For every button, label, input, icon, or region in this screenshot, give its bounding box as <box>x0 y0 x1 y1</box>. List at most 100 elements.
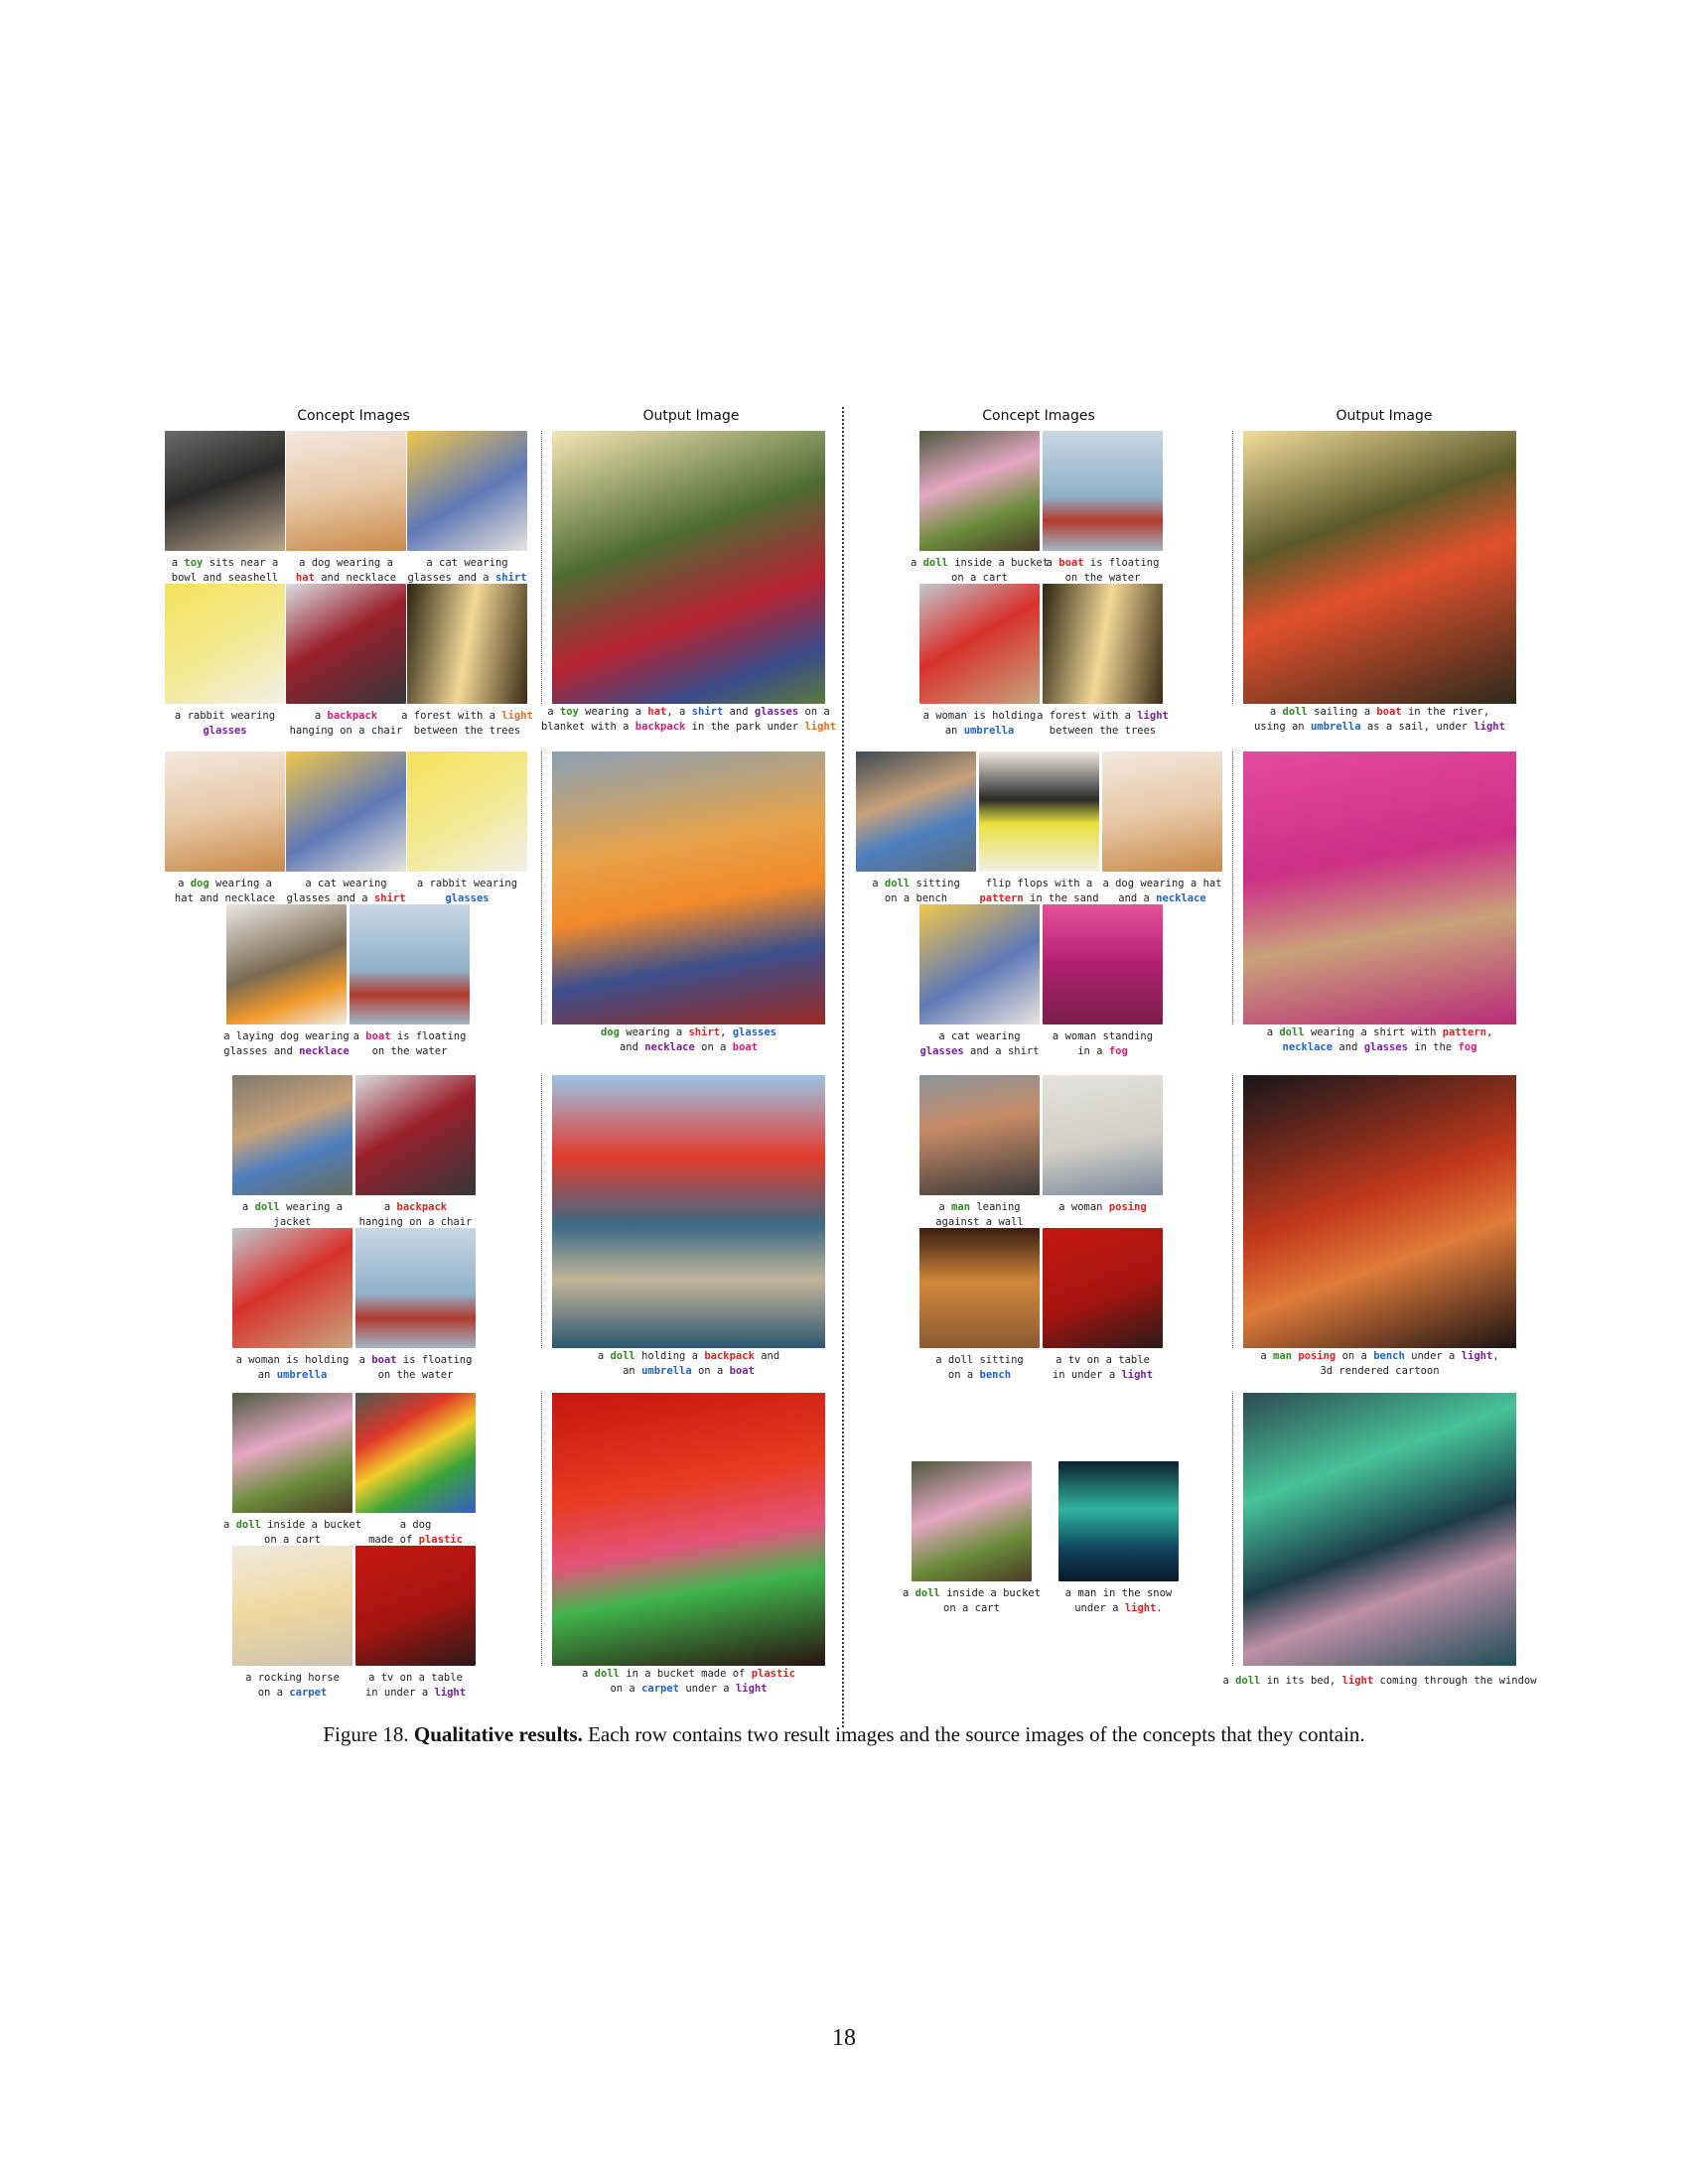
caption-keyword: bench <box>1373 1350 1405 1362</box>
caption-text: a cat wearing <box>938 1030 1021 1042</box>
caption-keyword: boat <box>729 1364 755 1377</box>
concept-image-aurora <box>1058 1461 1179 1581</box>
concept-caption: a doll inside a bucket on a cart <box>902 1586 1042 1615</box>
caption-text: a doll sitting <box>935 1354 1024 1366</box>
caption-text: and a <box>1118 891 1157 904</box>
caption-text: a rabbit wearing <box>416 878 518 889</box>
caption-keyword: pattern <box>979 891 1024 904</box>
caption-keyword: doll <box>1282 706 1308 718</box>
output-image-sheep-in-plastic-bucket <box>552 1393 825 1666</box>
right-output-image-header: Output Image <box>1336 408 1433 424</box>
concept-caption: a doll wearing a jacket <box>222 1200 362 1229</box>
center-divider <box>842 407 844 1727</box>
caption-keyword: man <box>1273 1350 1292 1362</box>
panel-divider <box>1232 431 1233 704</box>
caption-text: wearing a <box>619 1026 689 1038</box>
output-caption: a doll in its bed, light coming through … <box>1203 1674 1556 1689</box>
figure-caption: Figure 18. Qualitative results. Each row… <box>0 1722 1688 1747</box>
caption-keyword: hat <box>647 706 667 718</box>
caption-text: jacket <box>273 1215 312 1228</box>
concept-image-tv-light <box>1043 1228 1163 1348</box>
caption-keyword: doll <box>594 1668 620 1680</box>
right-concept-images-header: Concept Images <box>982 408 1095 424</box>
caption-text: in the park under <box>685 720 805 733</box>
caption-text: under a <box>1404 1350 1462 1362</box>
caption-keyword: doll <box>914 1587 940 1599</box>
caption-text: a woman is holding <box>922 710 1037 722</box>
caption-text: , <box>1485 1026 1493 1038</box>
panel-divider <box>541 431 542 704</box>
output-caption: a doll holding a backpack and an umbrella… <box>512 1349 865 1378</box>
caption-text: a woman <box>1058 1201 1109 1213</box>
caption-text: wearing a <box>209 878 272 889</box>
caption-keyword: pattern <box>1442 1026 1486 1038</box>
concept-image-boat <box>355 1228 476 1348</box>
concept-image-rabbit <box>165 584 285 704</box>
concept-caption: a tv on a table in under a light <box>346 1671 486 1700</box>
caption-keyword: doll <box>1279 1026 1305 1038</box>
caption-keyword: doll <box>610 1350 635 1362</box>
caption-text: wearing a <box>578 706 648 718</box>
caption-keyword: boat <box>365 1030 391 1042</box>
output-image-panda-toy-with-backpack <box>552 431 825 704</box>
caption-text: an <box>623 1364 642 1377</box>
caption-text: a forest with a <box>1037 710 1138 722</box>
concept-image-dog <box>165 751 285 872</box>
caption-keyword: light <box>434 1686 467 1699</box>
concept-image-cat <box>919 904 1040 1024</box>
caption-text: a tv on a table <box>368 1672 463 1684</box>
caption-text: a <box>597 1350 611 1362</box>
caption-keyword: doll <box>922 557 948 569</box>
caption-text: inside a bucket <box>939 1587 1042 1599</box>
concept-image-cat <box>407 431 527 551</box>
output-caption: a doll in a bucket made of plastic on a c… <box>512 1667 865 1696</box>
caption-keyword: light <box>804 720 837 733</box>
caption-text: a dog wearing a <box>299 557 393 569</box>
caption-text: a <box>1266 1026 1280 1038</box>
caption-text: a <box>1260 1350 1274 1362</box>
caption-text: against a wall <box>935 1215 1024 1228</box>
caption-keyword: bench <box>979 1368 1012 1381</box>
caption-keyword: umbrella <box>1310 720 1361 733</box>
caption-keyword: doll <box>1235 1675 1261 1687</box>
caption-keyword: shirt <box>691 706 724 718</box>
caption-text: using an <box>1254 720 1311 733</box>
caption-keyword: light <box>1137 710 1169 722</box>
caption-text: sitting <box>910 878 960 889</box>
caption-keyword: boat <box>371 1354 397 1366</box>
caption-text: a <box>1269 706 1283 718</box>
caption-text: a forest with a <box>401 710 502 722</box>
caption-keyword: necklace <box>1282 1040 1334 1053</box>
caption-keyword: light <box>1474 720 1505 733</box>
concept-image-tv-light <box>355 1546 476 1666</box>
caption-text: is floating <box>1083 557 1160 569</box>
caption-text: flip flops with a <box>985 878 1093 889</box>
concept-caption: a dog wearing a hat and necklace <box>155 877 295 905</box>
caption-keyword: backpack <box>327 710 378 722</box>
concept-image-rabbit <box>407 751 527 872</box>
concept-caption: a cat wearing glasses and a shirt <box>910 1029 1050 1058</box>
concept-caption: a rabbit wearing glasses <box>155 709 295 738</box>
caption-text: on a <box>691 1364 730 1377</box>
concept-image-cat <box>286 751 406 872</box>
caption-keyword: umbrella <box>276 1368 328 1381</box>
concept-caption: a man in the snow under a light. <box>1049 1586 1189 1615</box>
caption-text: and <box>1333 1040 1364 1053</box>
caption-keyword: shirt <box>494 571 527 584</box>
concept-caption: a boat is floating on the water <box>1033 556 1173 585</box>
caption-text: 3d rendered cartoon <box>1320 1364 1440 1377</box>
caption-text: and necklace <box>314 571 397 584</box>
caption-text: a <box>358 1354 372 1366</box>
caption-keyword: man <box>951 1201 971 1213</box>
caption-text: in the sand <box>1023 891 1099 904</box>
concept-image-yoga <box>1043 1075 1163 1195</box>
caption-text: glasses and a <box>407 571 495 584</box>
caption-text: a tv on a table <box>1055 1354 1150 1366</box>
caption-text: in a <box>1077 1044 1109 1057</box>
output-caption: a man posing on a bench under a light, 3d… <box>1203 1349 1556 1378</box>
panel-divider <box>1232 751 1233 1024</box>
caption-text: leaning <box>970 1201 1021 1213</box>
caption-keyword: glasses <box>732 1026 777 1038</box>
caption-text: a <box>582 1668 595 1680</box>
concept-caption: a doll inside a bucket on a cart <box>910 556 1050 585</box>
